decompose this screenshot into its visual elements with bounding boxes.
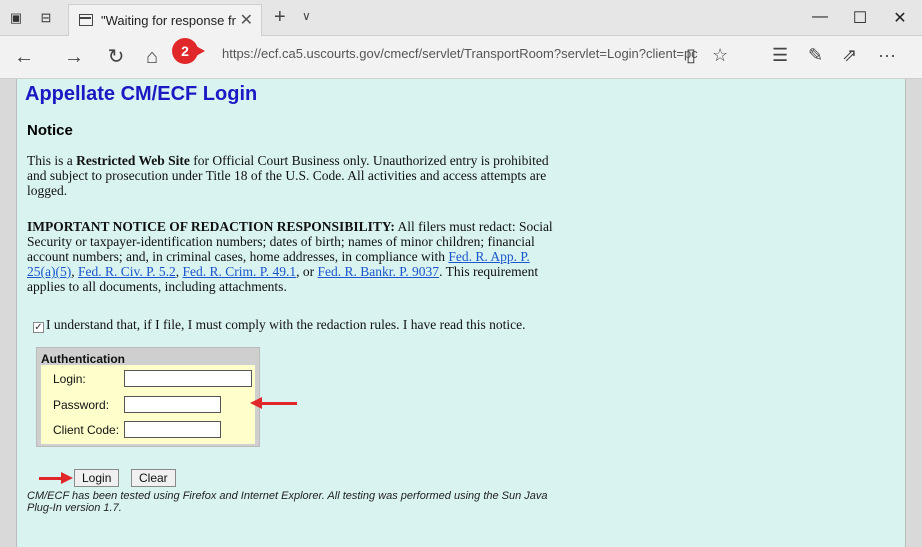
- page-content: Appellate CM/ECF Login Notice This is a …: [16, 79, 906, 547]
- annotation-arrow-login: [39, 477, 61, 480]
- minimize-button[interactable]: —: [810, 8, 830, 26]
- tab-preview-icon[interactable]: ▣: [8, 10, 24, 26]
- password-label: Password:: [53, 398, 110, 412]
- redaction-notice-paragraph: IMPORTANT NOTICE OF REDACTION RESPONSIBI…: [27, 219, 557, 294]
- separator: ,: [71, 264, 78, 279]
- favorites-hub-icon[interactable]: ☰: [772, 46, 788, 64]
- share-icon[interactable]: ⇗: [842, 46, 857, 64]
- tab-title: "Waiting for response fr: [101, 13, 236, 28]
- close-window-button[interactable]: ✕: [890, 8, 910, 28]
- notice-text: This is a: [27, 153, 77, 168]
- favorite-star-icon[interactable]: ☆: [712, 46, 728, 64]
- web-note-pen-icon[interactable]: ✎: [808, 46, 823, 64]
- separator: , or: [296, 264, 318, 279]
- client-code-input[interactable]: [124, 421, 221, 438]
- authentication-panel: Authentication Login: Password: Client C…: [36, 347, 260, 447]
- annotation-arrow-password: [261, 402, 297, 405]
- address-bar[interactable]: https://ecf.ca5.uscourts.gov/cmecf/servl…: [222, 46, 698, 61]
- reading-view-icon[interactable]: ▯: [686, 46, 696, 64]
- authentication-title: Authentication: [41, 352, 125, 366]
- more-menu-button[interactable]: ···: [878, 46, 896, 64]
- redaction-acknowledge-row: ✓ I understand that, if I file, I must co…: [33, 317, 525, 333]
- browser-tab[interactable]: "Waiting for response fr ✕: [68, 4, 262, 36]
- page-title: Appellate CM/ECF Login: [25, 83, 258, 105]
- redaction-heading-bold: IMPORTANT NOTICE OF REDACTION RESPONSIBI…: [27, 219, 395, 234]
- home-button[interactable]: ⌂: [140, 46, 164, 68]
- login-label: Login:: [53, 372, 86, 386]
- new-tab-button[interactable]: +: [274, 6, 286, 29]
- annotation-arrowhead-login: [61, 472, 73, 484]
- login-button[interactable]: Login: [74, 469, 120, 487]
- clear-button[interactable]: Clear: [131, 469, 176, 487]
- refresh-button[interactable]: ↻: [104, 46, 128, 68]
- authentication-fields: Login: Password: Client Code:: [41, 365, 255, 444]
- annotation-arrowhead-password: [250, 397, 262, 409]
- page-icon: [79, 14, 93, 26]
- set-tabs-aside-icon[interactable]: ⊟: [38, 10, 54, 26]
- restricted-notice-paragraph: This is a Restricted Web Site for Offici…: [27, 153, 557, 198]
- separator: ,: [175, 264, 183, 279]
- client-code-label: Client Code:: [53, 423, 120, 437]
- tab-list-chevron-icon[interactable]: ∨: [302, 9, 311, 23]
- forward-button[interactable]: →: [62, 46, 86, 68]
- login-input[interactable]: [124, 370, 252, 387]
- password-input[interactable]: [124, 396, 221, 413]
- notice-heading: Notice: [27, 122, 73, 139]
- restricted-site-bold: Restricted Web Site: [76, 153, 190, 168]
- title-bar: ▣ ⊟ "Waiting for response fr ✕ + ∨ — ☐ ✕: [0, 0, 922, 36]
- checkbox-label: I understand that, if I file, I must com…: [46, 317, 526, 332]
- link-fed-r-crim[interactable]: Fed. R. Crim. P. 49.1: [183, 264, 297, 279]
- maximize-button[interactable]: ☐: [850, 8, 870, 28]
- back-button[interactable]: ←: [12, 46, 36, 68]
- step-badge: 2: [172, 38, 198, 64]
- step-badge-pointer: [196, 46, 205, 56]
- link-fed-r-bankr[interactable]: Fed. R. Bankr. P. 9037: [318, 264, 440, 279]
- browser-compatibility-note: CM/ECF has been tested using Firefox and…: [27, 490, 548, 514]
- link-fed-r-civ[interactable]: Fed. R. Civ. P. 5.2: [78, 264, 176, 279]
- tab-close-icon[interactable]: ✕: [240, 10, 253, 30]
- redaction-acknowledge-checkbox[interactable]: ✓: [33, 322, 44, 333]
